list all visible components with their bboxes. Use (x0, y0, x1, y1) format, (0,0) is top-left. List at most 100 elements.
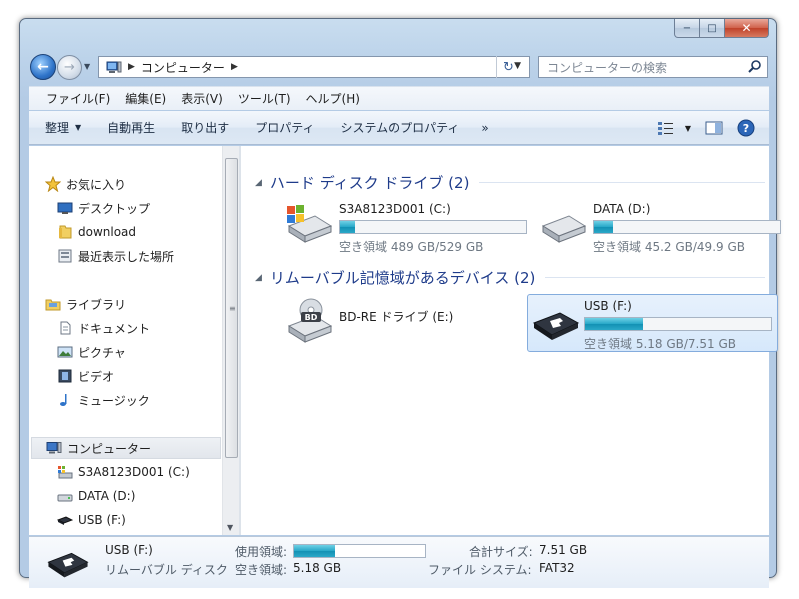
help-icon: ? (737, 119, 755, 137)
main-area: お気に入り デスクトップ download 最近表示した場所 ライブラリ ドキュ… (29, 146, 781, 535)
forward-button[interactable]: → (57, 55, 82, 80)
properties-button[interactable]: プロパティ (255, 119, 314, 136)
drive-name: DATA (D:) (593, 202, 651, 216)
details-free-value: 5.18 GB (293, 561, 342, 575)
menu-edit[interactable]: 編集(E) (125, 90, 166, 107)
preview-pane-button[interactable] (705, 120, 723, 136)
close-icon: ✕ (741, 21, 752, 35)
sidebar-item-recent[interactable]: 最近表示した場所 (57, 245, 174, 267)
eject-button[interactable]: 取り出す (181, 119, 229, 136)
eject-label: 取り出す (181, 121, 230, 135)
sidebar-item-music[interactable]: ミュージック (57, 389, 150, 411)
sidebar-item-documents[interactable]: ドキュメント (57, 317, 150, 339)
navigation-scrollbar[interactable]: ≡ ▼ (222, 146, 239, 535)
drive-tile-c[interactable]: S3A8123D001 (C:) 空き領域 489 GB/529 GB (277, 194, 527, 254)
drive-usage-fill (585, 318, 643, 330)
drive-tile-e[interactable]: BD BD-RE ドライブ (E:) (277, 288, 527, 346)
properties-label: プロパティ (255, 121, 315, 135)
sidebar-item-label: デスクトップ (78, 201, 151, 216)
sidebar-item-pictures[interactable]: ピクチャ (57, 341, 126, 363)
details-total-value: 7.51 GB (539, 543, 588, 557)
group-header-hdd[interactable]: ◢ ハード ディスク ドライブ (2) (255, 172, 765, 193)
sidebar-item-label: ライブラリ (66, 297, 127, 312)
scrollbar-thumb[interactable]: ≡ (225, 158, 238, 458)
breadcrumb-separator-icon[interactable]: ▶ (128, 62, 135, 72)
close-button[interactable]: ✕ (725, 19, 769, 38)
drive-usage-bar (339, 220, 527, 234)
drive-free-space: 空き領域 489 GB/529 GB (339, 240, 484, 254)
maximize-icon: □ (707, 22, 717, 34)
recent-pages-dropdown[interactable]: ▼ (84, 62, 90, 71)
more-commands-button[interactable]: » (481, 121, 488, 135)
details-filesystem-value: FAT32 (539, 561, 575, 575)
drive-usage-bar (584, 317, 772, 331)
minimize-button[interactable]: − (674, 19, 700, 38)
usb-drive-icon (532, 312, 580, 340)
details-used-label: 使用領域: (235, 545, 288, 559)
change-view-button[interactable]: ▼ (657, 120, 691, 136)
sidebar-item-label: ドキュメント (78, 321, 151, 336)
drive-usage-bar (593, 220, 781, 234)
sidebar-item-videos[interactable]: ビデオ (57, 365, 114, 387)
sidebar-item-favorites[interactable]: お気に入り (45, 173, 126, 195)
organize-button[interactable]: 整理 ▼ (45, 119, 81, 136)
collapse-icon: ◢ (255, 272, 262, 283)
system-properties-button[interactable]: システムのプロパティ (340, 119, 459, 136)
drive-free-space: 空き領域 5.18 GB/7.51 GB (584, 337, 736, 351)
drive-tile-f[interactable]: USB (F:) 空き領域 5.18 GB/7.51 GB (527, 294, 778, 352)
usb-drive-icon (57, 516, 73, 525)
search-input[interactable]: コンピューターの検索 (538, 56, 768, 78)
refresh-button[interactable]: ↻ (496, 56, 520, 78)
drive-tile-d[interactable]: DATA (D:) 空き領域 45.2 GB/49.9 GB (531, 194, 781, 254)
refresh-icon: ↻ (503, 59, 514, 75)
computer-icon (106, 61, 122, 73)
back-button[interactable]: ← (30, 54, 56, 80)
sidebar-item-download[interactable]: download (57, 221, 136, 243)
bd-drive-icon: BD (287, 298, 333, 343)
autoplay-button[interactable]: 自動再生 (107, 119, 155, 136)
recent-places-icon (58, 249, 72, 263)
sidebar-item-computer[interactable]: コンピューター (31, 437, 221, 459)
details-free-label: 空き領域: (235, 563, 288, 577)
navigation-pane: お気に入り デスクトップ download 最近表示した場所 ライブラリ ドキュ… (29, 146, 222, 535)
chevron-down-icon: ▼ (684, 123, 691, 133)
view-options-icon (657, 122, 673, 135)
breadcrumb-separator-icon[interactable]: ▶ (231, 62, 238, 72)
group-header-removable[interactable]: ◢ リムーバブル記憶域があるデバイス (2) (255, 267, 765, 288)
sidebar-item-drive-c[interactable]: S3A8123D001 (C:) (57, 461, 190, 483)
sidebar-item-label: DATA (D:) (78, 489, 136, 503)
menu-help[interactable]: ヘルプ(H) (306, 90, 360, 107)
preview-pane-icon (705, 121, 723, 135)
windows-drive-icon (287, 205, 333, 243)
address-bar[interactable]: ▶ コンピューター ▶ ▼ (98, 56, 530, 78)
collapse-icon: ◢ (255, 177, 262, 188)
content-pane: ◢ ハード ディスク ドライブ (2) S3A8123D001 (C:) 空き領… (241, 146, 781, 535)
svg-text:?: ? (743, 122, 749, 135)
sidebar-item-label: ビデオ (78, 369, 115, 384)
drive-free-space: 空き領域 45.2 GB/49.9 GB (593, 240, 745, 254)
hard-drive-icon (57, 494, 73, 502)
sidebar-item-drive-f[interactable]: USB (F:) (57, 509, 126, 531)
document-icon (60, 321, 71, 335)
maximize-button[interactable]: □ (700, 19, 725, 38)
hard-drive-icon (541, 215, 587, 243)
menu-tools[interactable]: ツール(T) (238, 90, 291, 107)
sidebar-item-desktop[interactable]: デスクトップ (57, 197, 150, 219)
sidebar-item-label: download (78, 225, 137, 239)
menu-file[interactable]: ファイル(F) (46, 90, 110, 107)
command-bar: 整理 ▼ 自動再生 取り出す プロパティ システムのプロパティ » ▼ ? (29, 111, 769, 145)
breadcrumb-computer[interactable]: コンピューター (141, 59, 225, 76)
navigation-bar: ← → ▼ ▶ コンピューター ▶ ▼ ↻ コンピューターの検索 (28, 51, 768, 83)
grip-icon: ≡ (229, 304, 236, 313)
menu-view[interactable]: 表示(V) (181, 90, 223, 107)
drive-name: USB (F:) (584, 299, 632, 313)
sidebar-item-libraries[interactable]: ライブラリ (45, 293, 126, 315)
details-drive-name: USB (F:) (105, 543, 153, 557)
sidebar-item-label: お気に入り (66, 177, 127, 192)
music-icon (60, 394, 67, 406)
forward-arrow-icon: → (64, 60, 75, 75)
sidebar-item-drive-d[interactable]: DATA (D:) (57, 485, 135, 507)
help-button[interactable]: ? (737, 119, 755, 137)
scroll-down-icon[interactable]: ▼ (227, 523, 233, 532)
search-icon[interactable] (747, 59, 763, 75)
